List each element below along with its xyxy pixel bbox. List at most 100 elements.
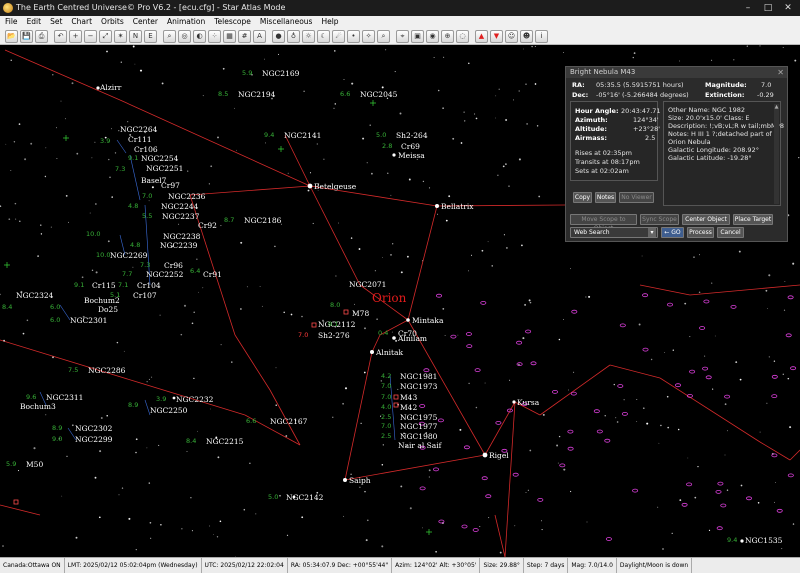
deep-sky-label[interactable]: NGC2251 <box>146 164 183 173</box>
no-viewer-button[interactable]: No Viewer <box>619 192 654 203</box>
menu-orbits[interactable]: Orbits <box>101 16 124 28</box>
arrow-down-icon[interactable]: ▼ <box>490 29 503 43</box>
menu-animation[interactable]: Animation <box>167 16 205 28</box>
grid-icon[interactable]: # <box>238 29 251 43</box>
moon-icon[interactable]: ☾ <box>317 29 330 43</box>
menu-set[interactable]: Set <box>50 16 62 28</box>
star-icon[interactable]: ✶ <box>114 29 127 43</box>
zoom-in-icon[interactable]: + <box>69 29 82 43</box>
deep-sky-label[interactable]: NGC2194 <box>238 90 275 99</box>
menu-edit[interactable]: Edit <box>27 16 42 28</box>
comet-icon[interactable]: ☄ <box>332 29 345 43</box>
deep-sky-label[interactable]: NGC2254 <box>141 154 178 163</box>
earth-icon[interactable]: ● <box>272 29 285 43</box>
star-label[interactable]: Nair al Saif <box>398 441 441 450</box>
menu-telescope[interactable]: Telescope <box>214 16 251 28</box>
deep-sky-label[interactable]: NGC2264 <box>120 125 157 134</box>
deep-sky-label[interactable]: NGC2238 <box>163 232 200 241</box>
deep-sky-label[interactable]: Cr91 <box>203 270 222 279</box>
deep-sky-label[interactable]: NGC1975 <box>400 413 437 422</box>
deep-sky-label[interactable]: Cr106 <box>134 145 158 154</box>
star-label[interactable]: Bellatrix <box>441 202 473 211</box>
deep-sky-label[interactable]: NGC2239 <box>160 241 197 250</box>
deep-sky-label[interactable]: NGC2302 <box>75 424 112 433</box>
deep-sky-label[interactable]: NGC2236 <box>168 192 205 201</box>
deep-sky-label[interactable]: Sh2-276 <box>318 331 350 340</box>
galaxy-icon[interactable]: ◐ <box>193 29 206 43</box>
deep-sky-label[interactable]: NGC2141 <box>284 131 321 140</box>
close-button[interactable]: ✕ <box>778 0 798 16</box>
deep-sky-label[interactable]: NGC2252 <box>146 270 183 279</box>
sync-scope-button[interactable]: Sync Scope <box>640 214 679 225</box>
deep-sky-label[interactable]: NGC2167 <box>270 417 307 426</box>
deep-sky-label[interactable]: NGC2186 <box>244 216 281 225</box>
deep-sky-label[interactable]: NGC2250 <box>150 406 187 415</box>
deep-sky-label[interactable]: Cr107 <box>133 291 157 300</box>
meteor-icon[interactable]: ✧ <box>362 29 375 43</box>
search-icon[interactable]: ⌕ <box>163 29 176 43</box>
deep-sky-label[interactable]: Cr70 <box>398 329 417 338</box>
copy-button[interactable]: Copy <box>573 192 592 203</box>
deep-sky-label[interactable]: Cr111 <box>128 135 152 144</box>
camera-icon[interactable]: ▣ <box>411 29 424 43</box>
deep-sky-label[interactable]: NGC2311 <box>46 393 83 402</box>
star-label[interactable]: Kursa <box>517 398 539 407</box>
sun-icon[interactable]: ☼ <box>302 29 315 43</box>
menu-miscellaneous[interactable]: Miscellaneous <box>260 16 313 28</box>
ring-icon[interactable]: ◎ <box>178 29 191 43</box>
arrow-up-icon[interactable]: ▲ <box>475 29 488 43</box>
deep-sky-label[interactable]: Cr69 <box>401 142 420 151</box>
menu-file[interactable]: File <box>5 16 18 28</box>
zoom-fit-icon[interactable]: ⤢ <box>99 29 112 43</box>
deep-sky-label[interactable]: M42 <box>400 403 417 412</box>
center-object-button[interactable]: Center Object <box>682 214 730 225</box>
deep-sky-label[interactable]: NGC2244 <box>161 202 198 211</box>
process-button[interactable]: Process <box>687 227 714 238</box>
minimize-button[interactable]: – <box>738 0 758 16</box>
deep-sky-label[interactable]: NGC2142 <box>286 493 323 502</box>
deep-sky-label[interactable]: NGC1973 <box>400 382 437 391</box>
star-label[interactable]: Mintaka <box>412 316 443 325</box>
description-panel[interactable]: Other Name: NGC 1982 Size: 20.0'x15.0' Cl… <box>663 101 784 206</box>
ns-flip-icon[interactable]: N <box>129 29 142 43</box>
deep-sky-label[interactable]: Cr115 <box>92 281 116 290</box>
ew-flip-icon[interactable]: E <box>144 29 157 43</box>
deep-sky-label[interactable]: NGC2232 <box>176 395 213 404</box>
deep-sky-label[interactable]: NGC1977 <box>400 422 437 431</box>
deep-sky-label[interactable]: NGC2324 <box>16 291 53 300</box>
star-label[interactable]: Alzirr <box>100 83 121 92</box>
walk-alt-icon[interactable]: ☻ <box>520 29 533 43</box>
deep-sky-label[interactable]: M43 <box>400 393 417 402</box>
menu-center[interactable]: Center <box>133 16 158 28</box>
star-label[interactable]: Betelgeuse <box>314 182 356 191</box>
deep-sky-label[interactable]: Sh2-264 <box>396 131 428 140</box>
eyepiece-icon[interactable]: ◌ <box>456 29 469 43</box>
deep-sky-label[interactable]: NGC2045 <box>360 90 397 99</box>
deep-sky-label[interactable]: M78 <box>352 309 369 318</box>
walk-icon[interactable]: ☺ <box>505 29 518 43</box>
star-label[interactable]: Meissa <box>398 151 425 160</box>
web-search-select[interactable]: Web Search ▾ <box>570 227 658 238</box>
deep-sky-label[interactable]: Cr96 <box>164 261 183 270</box>
go-button[interactable]: ← GO <box>661 227 684 238</box>
deep-sky-label[interactable]: NGC2269 <box>110 251 147 260</box>
zoom-out-icon[interactable]: − <box>84 29 97 43</box>
move-scope-button[interactable]: Move Scope to Object <box>570 214 637 232</box>
reticle-icon[interactable]: ⊕ <box>441 29 454 43</box>
info-icon[interactable]: i <box>535 29 548 43</box>
deep-sky-label[interactable]: NGC2237 <box>162 212 199 221</box>
place-target-button[interactable]: Place Target <box>733 214 773 225</box>
deep-sky-label[interactable]: NGC2301 <box>70 316 107 325</box>
open-icon[interactable]: 📂 <box>5 29 18 43</box>
deep-sky-label[interactable]: Bochum3 <box>20 402 56 411</box>
maximize-button[interactable]: □ <box>758 0 778 16</box>
deep-sky-label[interactable]: M50 <box>26 460 43 469</box>
cancel-button[interactable]: Cancel <box>717 227 744 238</box>
menu-chart[interactable]: Chart <box>71 16 92 28</box>
label-icon[interactable]: A <box>253 29 266 43</box>
deep-sky-label[interactable]: Cr97 <box>161 181 180 190</box>
print-icon[interactable]: ⎙ <box>35 29 48 43</box>
cluster-icon[interactable]: ⁘ <box>208 29 221 43</box>
save-icon[interactable]: 💾 <box>20 29 33 43</box>
deep-sky-label[interactable]: NGC1535 <box>745 536 782 545</box>
